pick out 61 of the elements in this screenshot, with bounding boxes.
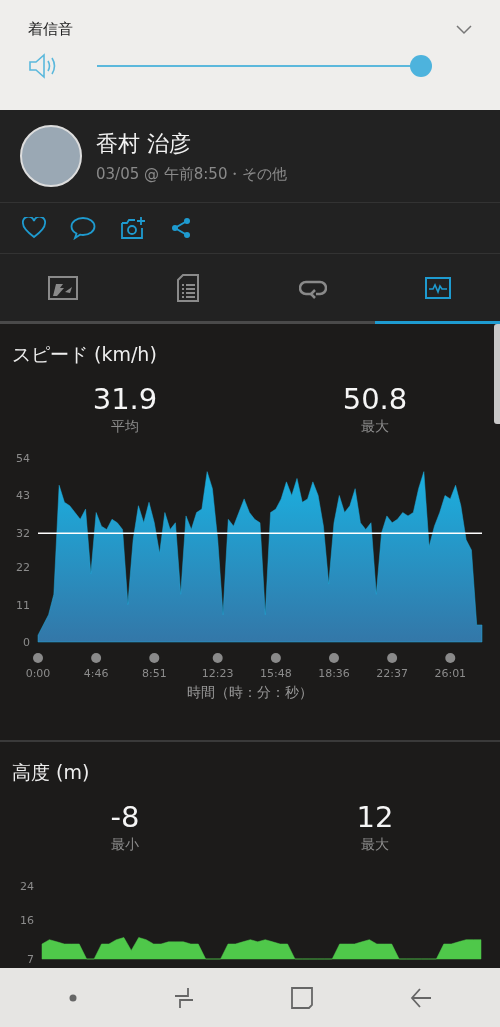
stat-label: 最大 [361,836,389,854]
axis-tick-label: 54 [16,452,30,465]
stat-value: 12 [356,800,394,834]
axis-tick-label: 15:48 [260,667,292,680]
speaker-icon [28,53,58,79]
activity-meta: 03/05 @ 午前8:50・その他 [96,164,288,184]
tick-dot [212,653,223,663]
volume-label: 着信音 [28,20,73,39]
section-title: 高度 (m) [11,760,91,785]
stat-label: 平均 [111,418,139,436]
axis-tick-label: 0 [23,636,30,649]
axis-tick-label: 24 [20,880,34,893]
axis-tick-label: 8:51 [141,667,167,680]
chevron-down-icon[interactable] [456,24,472,35]
section-title: スピード (km/h) [11,342,158,367]
like-button[interactable] [22,217,46,239]
axis-tick-label: 43 [16,489,30,503]
tick-dot [445,653,456,663]
camera-plus-icon [120,216,146,240]
stat-value: 50.8 [342,382,408,416]
map-icon [47,275,78,300]
axis-tick-label: 26:01 [434,667,467,680]
chart-icon [424,276,451,299]
axis-tick-label: 11 [16,598,30,612]
heart-icon [22,217,46,239]
axis-tick-label: 22:37 [376,667,408,680]
speech-bubble-icon [70,216,96,240]
tick-dot [33,653,43,663]
share-button[interactable] [170,217,192,239]
recent-apps-button[interactable] [173,986,194,1009]
add-photo-button[interactable] [120,216,146,240]
tick-dot [149,653,160,663]
axis-tick-label: 16 [20,914,34,928]
dot-button[interactable] [68,993,77,1002]
document-icon [176,273,199,302]
tick-dot [270,653,281,663]
comment-button[interactable] [70,216,96,240]
dot-icon [68,993,77,1002]
athlete-name: 香村 治彦 [96,129,192,158]
axis-tick-label: 0:00 [25,667,51,680]
axis-tick-label: 4:46 [83,667,109,680]
axis-tick-label: 32 [16,526,30,540]
tick-dot [329,653,339,663]
back-arrow-icon [409,986,432,1009]
tick-dot [387,653,398,663]
stat-label: 最大 [361,418,389,436]
share-icon [170,217,192,239]
stat-value: 31.9 [92,382,158,416]
home-button[interactable] [290,986,313,1009]
stat-value: -8 [110,800,140,834]
slider-thumb[interactable] [410,55,432,77]
back-button[interactable] [409,986,432,1009]
recent-apps-icon [173,986,194,1009]
home-icon [290,986,313,1009]
stat-label: 最小 [111,836,139,854]
axis-tick-label: 12:23 [201,667,234,680]
axis-title: 時間（時：分：秒） [187,684,313,702]
tick-dot [91,653,102,663]
axis-tick-label: 7 [27,953,34,964]
axis-tick-label: 18:36 [318,667,350,680]
axis-tick-label: 22 [16,561,30,575]
